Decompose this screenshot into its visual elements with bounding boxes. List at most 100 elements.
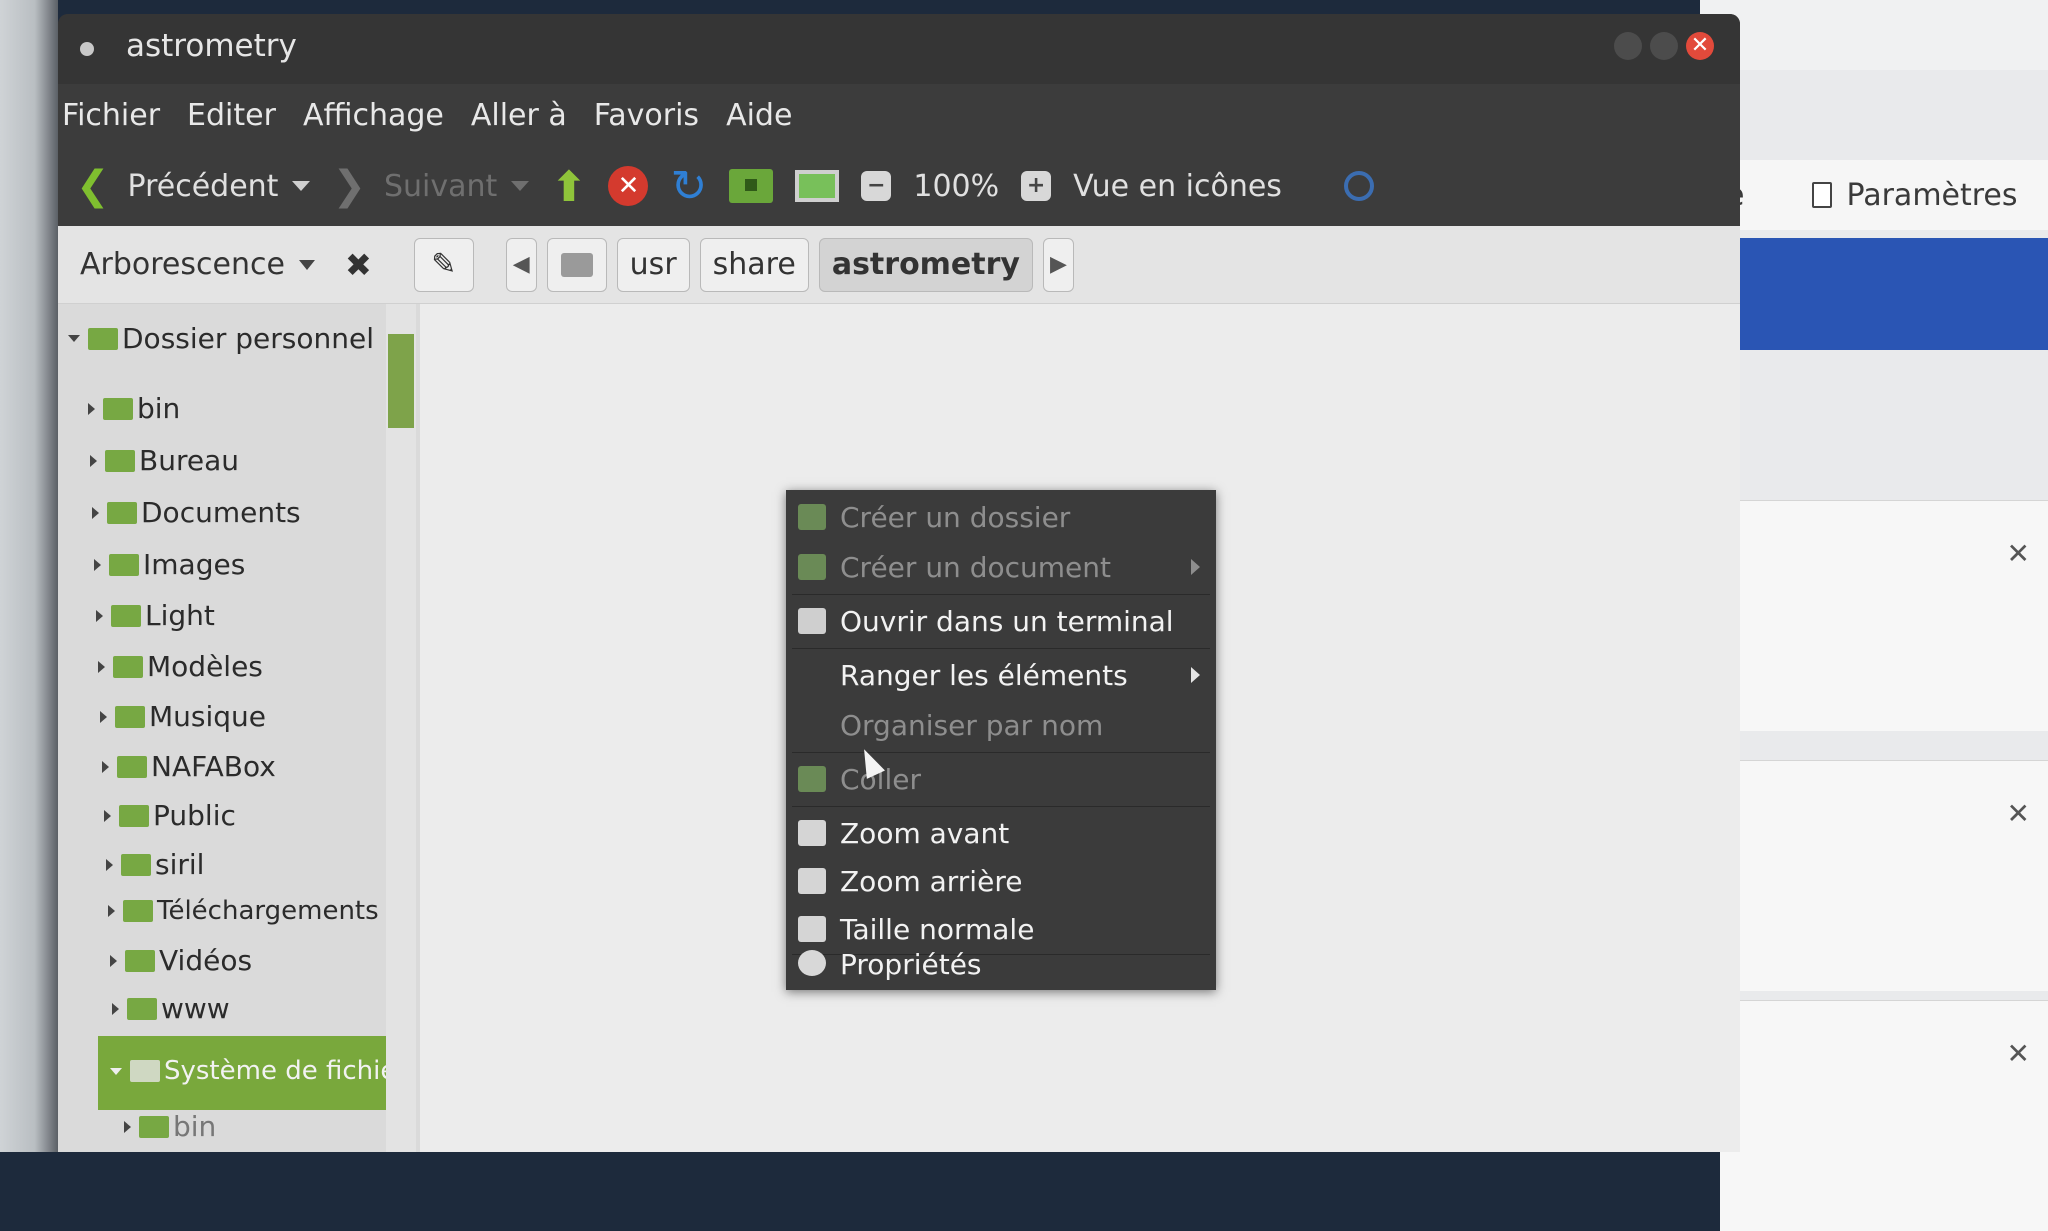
drive-icon (560, 252, 593, 277)
tree-label: Public (153, 799, 236, 832)
crumb-share[interactable]: share (699, 237, 809, 292)
menu-affichage[interactable]: Affichage (303, 98, 444, 133)
document-icon[interactable] (1812, 182, 1833, 208)
zoom-in-button[interactable]: + (1021, 171, 1052, 201)
tree-label: Dossier personnel (122, 322, 375, 355)
sidebar-mode-select[interactable]: Arborescence (80, 247, 285, 282)
tree-item-filesystem[interactable]: Système de fichier (98, 1036, 408, 1110)
computer-button[interactable] (795, 170, 840, 202)
tree-item-www[interactable]: www (112, 992, 230, 1025)
folder-icon (121, 853, 151, 876)
tree-item-documents[interactable]: Documents (92, 496, 301, 529)
forward-button[interactable]: ❯ Suivant (332, 163, 530, 209)
menubar: Fichier Editer Affichage Aller à Favoris… (58, 84, 1740, 146)
expander-icon[interactable] (104, 809, 111, 822)
edit-location-button[interactable]: ✎ (413, 237, 474, 292)
crumb-left-button[interactable]: ◀ (505, 237, 537, 292)
music-folder-icon (115, 705, 145, 728)
menu-aller[interactable]: Aller à (471, 98, 567, 133)
ctx-label: Propriétés (840, 947, 982, 981)
background-toolbar: e Paramètres (1700, 160, 2048, 230)
ctx-create-document[interactable]: Créer un document (786, 542, 1216, 592)
reload-button[interactable]: ↻ (670, 161, 707, 212)
crumb-right-button[interactable]: ▶ (1042, 237, 1074, 292)
ctx-arrange-items[interactable]: Ranger les éléments (786, 650, 1216, 700)
ctx-properties[interactable]: Propriétés (786, 938, 1216, 990)
close-icon[interactable]: ✕ (2007, 1037, 2030, 1070)
tree-item-images[interactable]: Images (94, 548, 245, 581)
expander-icon[interactable] (90, 454, 97, 467)
expander-icon[interactable] (92, 506, 99, 519)
ctx-create-folder[interactable]: Créer un dossier (786, 492, 1216, 542)
tree-item-videos[interactable]: Vidéos (110, 944, 252, 977)
crumb-astrometry[interactable]: astrometry (818, 237, 1033, 292)
expander-icon[interactable] (102, 760, 109, 773)
menu-fichier[interactable]: Fichier (62, 98, 160, 133)
ctx-zoom-in[interactable]: Zoom avant (786, 808, 1216, 858)
ctx-organize-by-name[interactable]: Organiser par nom (786, 700, 1216, 750)
menu-aide[interactable]: Aide (726, 98, 792, 133)
tree-label: Documents (141, 496, 301, 529)
tree-item-light[interactable]: Light (96, 599, 215, 632)
tree-item-bin[interactable]: bin (88, 392, 180, 425)
expander-icon[interactable] (96, 609, 103, 622)
tree-item-bureau[interactable]: Bureau (90, 444, 239, 477)
expander-icon[interactable] (94, 558, 101, 571)
maximize-button[interactable] (1650, 32, 1678, 60)
up-button[interactable]: ⬆ (551, 162, 586, 211)
expander-icon[interactable] (110, 954, 117, 967)
tree-item-telechargements[interactable]: Téléchargements (108, 896, 379, 926)
context-menu: Créer un dossier Créer un document Ouvri… (786, 490, 1216, 990)
minimize-button[interactable] (1614, 32, 1642, 60)
expander-icon[interactable] (100, 710, 107, 723)
expander-icon[interactable] (108, 905, 115, 917)
crumb-usr[interactable]: usr (616, 237, 690, 292)
tree-item-siril[interactable]: siril (106, 848, 204, 881)
chevron-down-icon[interactable] (292, 181, 311, 191)
menu-editer[interactable]: Editer (187, 98, 276, 133)
tree-item-public[interactable]: Public (104, 799, 236, 832)
zoom-in-icon: + (1021, 171, 1052, 201)
expander-icon[interactable] (98, 660, 105, 673)
expander-icon[interactable] (68, 335, 80, 342)
close-button[interactable]: ✕ (1686, 32, 1714, 60)
titlebar: astrometry ✕ (58, 14, 1740, 84)
up-arrow-icon: ⬆ (551, 161, 587, 211)
submenu-arrow-icon (1191, 667, 1200, 683)
expander-icon[interactable] (106, 858, 113, 871)
expander-icon[interactable] (112, 1002, 119, 1015)
chevron-down-icon[interactable] (511, 181, 530, 191)
ctx-open-terminal[interactable]: Ouvrir dans un terminal (786, 596, 1216, 646)
tree-label: NAFABox (151, 750, 276, 783)
pictures-folder-icon (109, 553, 139, 576)
chevron-down-icon[interactable] (298, 259, 315, 270)
ctx-zoom-out[interactable]: Zoom arrière (786, 856, 1216, 906)
templates-folder-icon (113, 655, 143, 678)
tree-item-fs-bin[interactable]: bin (124, 1110, 216, 1143)
sidebar-scrollbar[interactable] (386, 304, 416, 1152)
expander-icon[interactable] (124, 1120, 131, 1133)
tree-item-nafabox[interactable]: NAFABox (102, 750, 276, 783)
tree-home[interactable]: Dossier personnel (68, 322, 374, 355)
menu-favoris[interactable]: Favoris (594, 98, 699, 133)
search-button[interactable] (1304, 171, 1374, 201)
zoom-out-icon (798, 868, 826, 894)
documents-folder-icon (107, 501, 137, 524)
expander-icon[interactable] (110, 1067, 122, 1075)
zoom-out-button[interactable]: − (861, 171, 892, 201)
settings-link[interactable]: Paramètres (1846, 178, 2017, 213)
crumb-root[interactable] (546, 237, 607, 292)
view-mode-select[interactable]: Vue en icônes (1073, 169, 1282, 204)
stop-button[interactable]: ✕ (608, 166, 649, 206)
home-button[interactable] (729, 169, 774, 203)
expander-icon[interactable] (88, 402, 95, 415)
scrollbar-thumb[interactable] (388, 334, 414, 428)
close-icon[interactable]: ✕ (2007, 797, 2030, 830)
ctx-paste[interactable]: Coller (786, 754, 1216, 804)
close-icon[interactable]: ✕ (2007, 537, 2030, 570)
close-sidebar-icon[interactable]: ✖ (345, 246, 372, 284)
tree-item-musique[interactable]: Musique (100, 700, 266, 733)
tree-item-modeles[interactable]: Modèles (98, 650, 263, 683)
home-folder-icon (729, 169, 774, 203)
back-button[interactable]: ❮ Précédent (76, 163, 311, 209)
